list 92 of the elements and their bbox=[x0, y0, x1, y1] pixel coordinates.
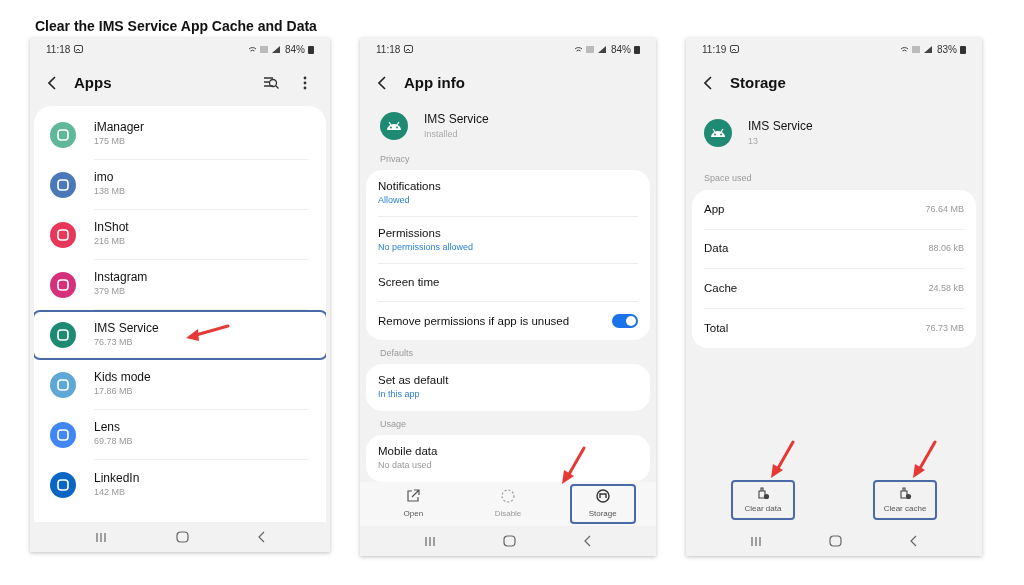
app-name: iManager bbox=[94, 120, 145, 136]
app-list-item[interactable]: Instagram 379 MB bbox=[34, 260, 326, 310]
app-size: 138 MB bbox=[94, 185, 126, 199]
android-app-icon bbox=[380, 112, 408, 140]
app-size: 175 MB bbox=[94, 135, 126, 149]
clear-button[interactable]: Clear cache bbox=[873, 480, 937, 520]
storage-icon bbox=[594, 488, 611, 504]
app-size: 379 MB bbox=[94, 285, 126, 299]
dashed-circle-icon bbox=[500, 488, 516, 504]
app-name: LinkedIn bbox=[94, 470, 140, 486]
app-list-item[interactable]: InShot 216 MB bbox=[34, 210, 326, 260]
gallery-icon bbox=[730, 45, 740, 53]
setting-title: Mobile data bbox=[378, 444, 439, 460]
clear-button[interactable]: Clear data bbox=[731, 480, 795, 520]
signal-icon bbox=[574, 44, 608, 54]
external-link-icon bbox=[405, 488, 422, 504]
app-size: 216 MB bbox=[94, 235, 126, 249]
more-options-icon bbox=[303, 76, 307, 90]
app-name: IMS Service bbox=[424, 111, 489, 129]
screen-title: Storage bbox=[730, 72, 787, 93]
storage-label: App bbox=[704, 201, 725, 217]
android-app-icon bbox=[704, 119, 732, 147]
section-header: Defaults bbox=[379, 346, 415, 360]
section-header: Usage bbox=[379, 417, 407, 431]
app-list-item[interactable]: imo 138 MB bbox=[34, 160, 326, 210]
app-name: IMS Service bbox=[94, 320, 159, 336]
setting-value: Allowed bbox=[378, 193, 411, 207]
setting-title: Remove permissions if app is unused bbox=[378, 313, 571, 329]
home-button[interactable] bbox=[175, 531, 189, 543]
storage-label: Cache bbox=[704, 280, 738, 296]
settings-row[interactable]: Mobile data No data used bbox=[378, 435, 638, 482]
app-version: 13 bbox=[748, 135, 759, 149]
signal-icon bbox=[900, 44, 934, 54]
signal-icon bbox=[248, 44, 282, 54]
settings-row[interactable]: Screen time bbox=[378, 264, 638, 302]
settings-row[interactable]: Set as default In this app bbox=[378, 364, 638, 411]
gallery-icon bbox=[74, 45, 84, 53]
app-size: 76.73 MB bbox=[94, 335, 133, 349]
storage-value: 76.73 MB bbox=[925, 321, 964, 335]
settings-row[interactable]: Notifications Allowed bbox=[378, 170, 638, 217]
status-time: 11:18 bbox=[46, 42, 71, 57]
setting-title: Notifications bbox=[378, 178, 442, 194]
app-list-item[interactable]: Kids mode 17.86 MB bbox=[34, 360, 326, 410]
app-size: 142 MB bbox=[94, 485, 126, 499]
app-name: InShot bbox=[94, 220, 129, 236]
page-title: Clear the IMS Service App Cache and Data bbox=[35, 18, 317, 34]
storage-label: Data bbox=[704, 241, 729, 257]
home-button[interactable] bbox=[503, 535, 517, 547]
app-size: 17.86 MB bbox=[94, 385, 133, 399]
setting-title: Set as default bbox=[378, 373, 450, 389]
app-list-item[interactable]: Lens 69.78 MB bbox=[34, 410, 326, 460]
app-name: IMS Service bbox=[748, 118, 813, 136]
app-name: Instagram bbox=[94, 270, 148, 286]
battery-icon bbox=[960, 44, 966, 54]
storage-label: Total bbox=[704, 320, 729, 336]
open-button[interactable]: Open bbox=[380, 484, 447, 524]
storage-value: 88.06 kB bbox=[928, 242, 964, 255]
setting-title: Screen time bbox=[378, 275, 441, 290]
app-name: Kids mode bbox=[94, 370, 151, 386]
battery-icon bbox=[634, 44, 640, 54]
setting-title: Permissions bbox=[378, 225, 442, 241]
annotation-arrow bbox=[184, 324, 230, 342]
toggle-switch[interactable] bbox=[612, 314, 638, 328]
storage-value: 76.64 MB bbox=[925, 202, 964, 216]
setting-value: In this app bbox=[378, 388, 421, 402]
clear-storage-icon bbox=[898, 485, 912, 500]
status-time: 11:18 bbox=[376, 42, 401, 57]
app-list-item[interactable]: LinkedIn 142 MB bbox=[34, 460, 326, 510]
clear-storage-icon bbox=[756, 485, 770, 500]
app-size: 69.78 MB bbox=[94, 435, 133, 449]
storage-button[interactable]: Storage bbox=[569, 484, 636, 524]
app-name: imo bbox=[94, 170, 114, 186]
battery-level: 83% bbox=[937, 42, 957, 57]
battery-level: 84% bbox=[285, 42, 305, 57]
setting-value: No permissions allowed bbox=[378, 240, 475, 254]
setting-value: No data used bbox=[378, 459, 433, 473]
storage-value: 24.58 kB bbox=[928, 281, 964, 295]
section-header: Space used bbox=[703, 171, 753, 185]
screen-title: Apps bbox=[74, 72, 113, 93]
battery-icon bbox=[308, 44, 314, 54]
battery-level: 84% bbox=[611, 42, 631, 57]
install-status: Installed bbox=[424, 128, 459, 142]
settings-row[interactable]: Remove permissions if app is unused bbox=[378, 302, 638, 340]
gallery-icon bbox=[404, 45, 414, 53]
status-time: 11:19 bbox=[702, 42, 727, 57]
settings-row[interactable]: Permissions No permissions allowed bbox=[378, 217, 638, 264]
screen-title: App info bbox=[404, 72, 466, 93]
home-button[interactable] bbox=[829, 535, 843, 547]
app-list-item[interactable]: iManager 175 MB bbox=[34, 110, 326, 160]
app-list-item[interactable]: IMS Service 76.73 MB bbox=[34, 310, 326, 360]
section-header: Privacy bbox=[379, 152, 411, 166]
app-name: Lens bbox=[94, 420, 121, 436]
